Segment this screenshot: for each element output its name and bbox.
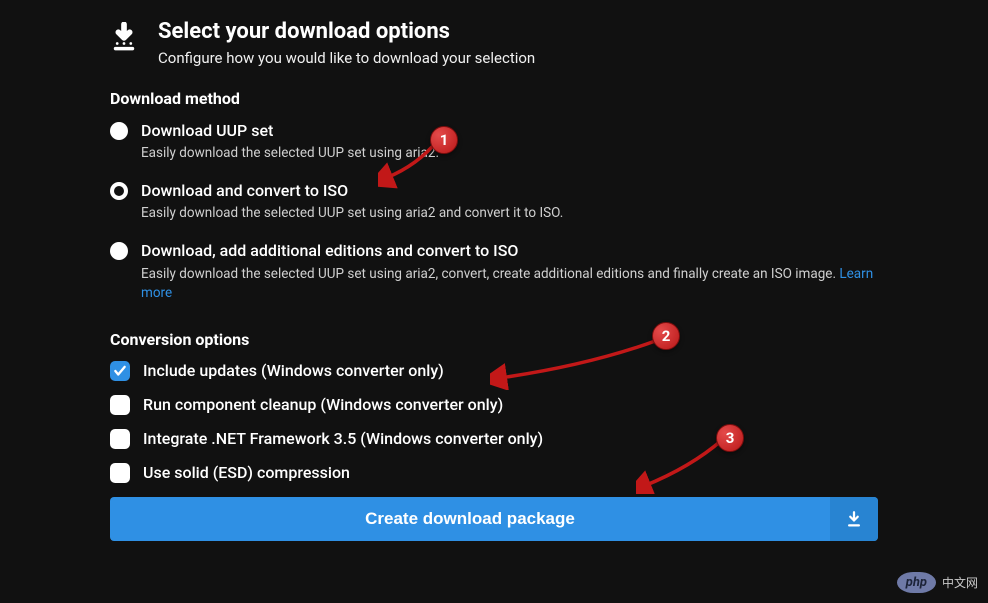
checkbox-indicator [110, 463, 130, 483]
checkbox-label: Integrate .NET Framework 3.5 (Windows co… [143, 429, 543, 448]
checkbox-label: Run component cleanup (Windows converter… [143, 395, 503, 414]
checkbox-esd-compression[interactable]: Use solid (ESD) compression [110, 463, 878, 483]
radio-download-convert-iso[interactable]: Download and convert to ISO Easily downl… [110, 180, 878, 224]
checkbox-component-cleanup[interactable]: Run component cleanup (Windows converter… [110, 395, 878, 415]
checkbox-label: Use solid (ESD) compression [143, 463, 350, 482]
radio-indicator [110, 242, 128, 260]
radio-download-additional-editions[interactable]: Download, add additional editions and co… [110, 240, 878, 304]
radio-indicator [110, 122, 128, 140]
page-container: Select your download options Configure h… [0, 0, 988, 541]
page-subtitle: Configure how you would like to download… [158, 49, 535, 67]
checkbox-net-framework[interactable]: Integrate .NET Framework 3.5 (Windows co… [110, 429, 878, 449]
page-title: Select your download options [158, 18, 535, 47]
checkbox-include-updates[interactable]: Include updates (Windows converter only) [110, 361, 878, 381]
button-label: Create download package [110, 497, 830, 541]
php-logo: php [897, 572, 936, 593]
checkbox-indicator [110, 429, 130, 449]
checkbox-indicator [110, 395, 130, 415]
conversion-options-title: Conversion options [110, 330, 878, 349]
watermark: php 中文网 [897, 572, 978, 593]
radio-label: Download, add additional editions and co… [141, 240, 878, 262]
checkbox-indicator [110, 361, 130, 381]
download-icon [110, 18, 140, 60]
download-icon [830, 497, 878, 541]
radio-label: Download and convert to ISO [141, 180, 878, 202]
download-method-title: Download method [110, 89, 878, 108]
create-download-package-button[interactable]: Create download package [110, 497, 878, 541]
watermark-text: 中文网 [942, 574, 978, 591]
page-header: Select your download options Configure h… [110, 18, 878, 67]
checkbox-label: Include updates (Windows converter only) [143, 361, 444, 380]
radio-indicator [110, 182, 128, 200]
radio-description: Easily download the selected UUP set usi… [141, 144, 878, 164]
radio-description: Easily download the selected UUP set usi… [141, 204, 878, 224]
radio-label: Download UUP set [141, 120, 878, 142]
radio-download-uup-set[interactable]: Download UUP set Easily download the sel… [110, 120, 878, 164]
radio-description: Easily download the selected UUP set usi… [141, 265, 878, 304]
